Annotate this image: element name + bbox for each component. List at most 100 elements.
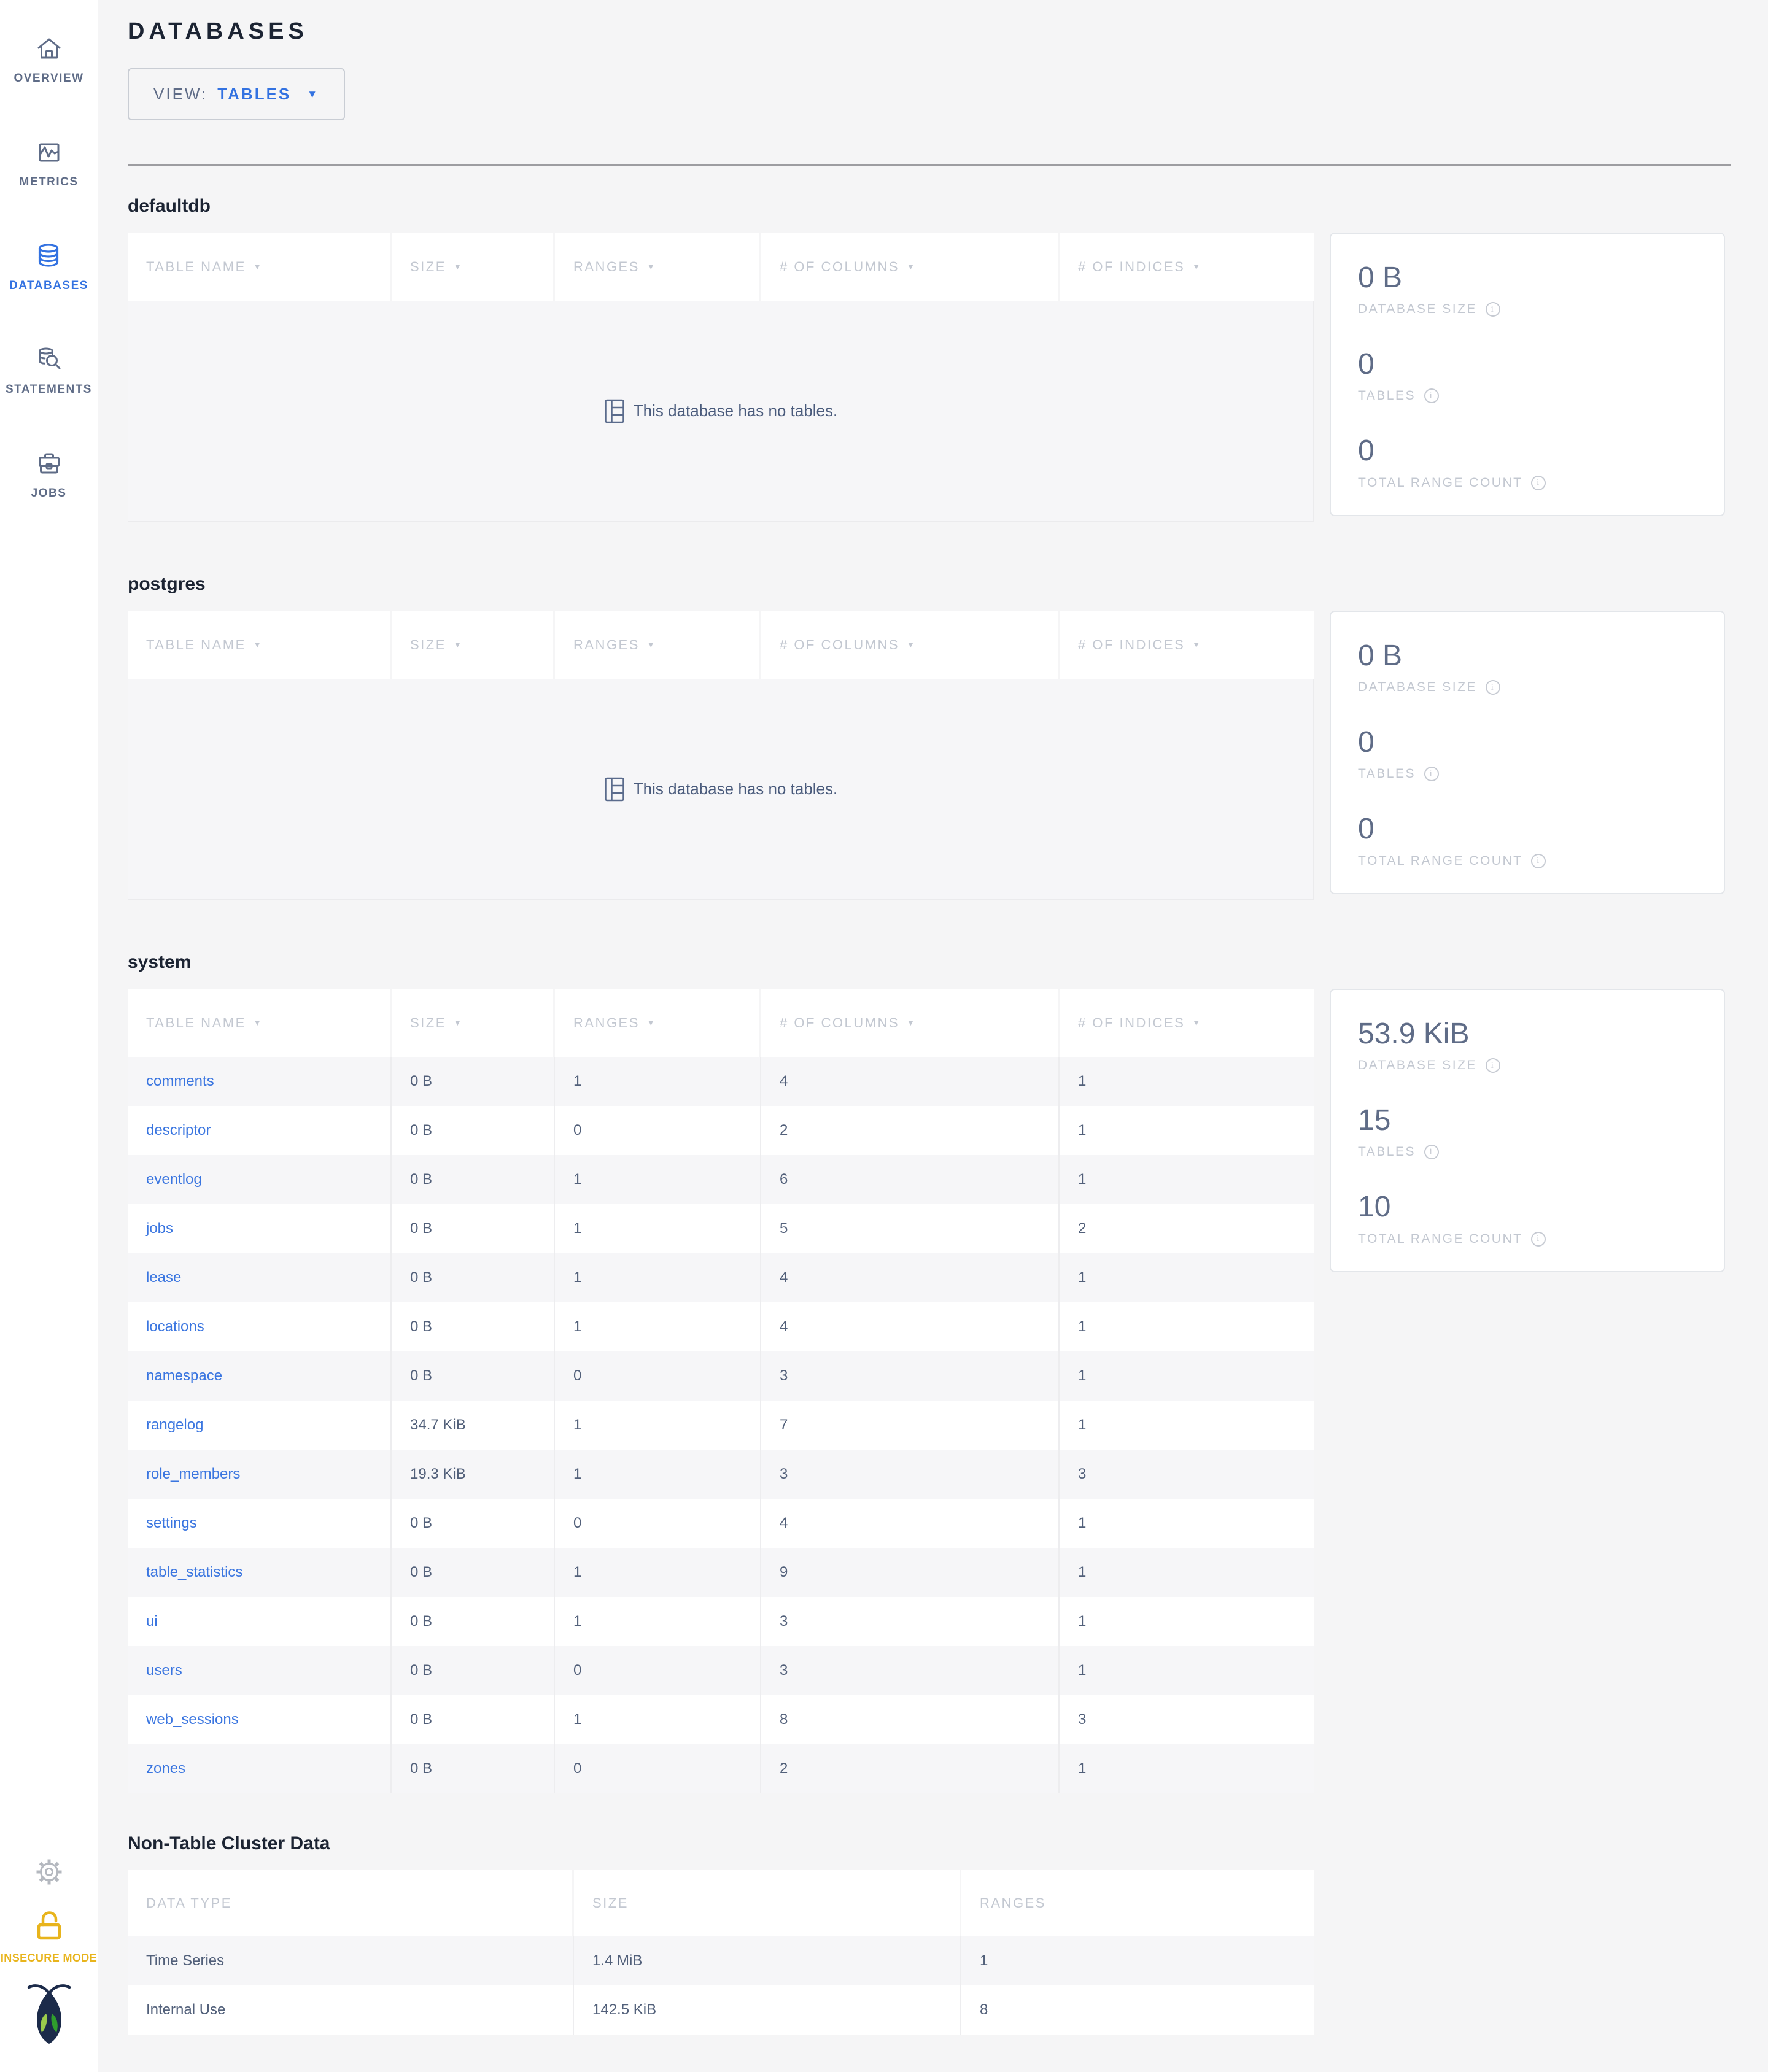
column-header-ranges[interactable]: RANGES <box>555 233 761 301</box>
column-header-num-columns[interactable]: # OF COLUMNS <box>761 611 1060 679</box>
ranges-cell: 0 <box>555 1744 761 1793</box>
sidebar-item-databases[interactable]: DATABASES <box>9 241 88 293</box>
table-name-link[interactable]: role_members <box>146 1466 240 1483</box>
table-name-link[interactable]: web_sessions <box>146 1711 239 1728</box>
sidebar-item-jobs[interactable]: JOBS <box>31 449 67 500</box>
sort-caret-icon <box>454 262 463 271</box>
settings-gear-icon[interactable] <box>33 1856 65 1891</box>
column-header-num-columns[interactable]: # OF COLUMNS <box>761 989 1060 1057</box>
page-title: DATABASES <box>128 18 308 44</box>
insecure-mode-indicator[interactable]: INSECURE MODE <box>1 1908 97 1965</box>
database-section-system: system TABLE NAME SIZE RANGES # OF COLUM… <box>128 952 1731 1793</box>
info-icon[interactable] <box>1531 1231 1546 1247</box>
info-icon[interactable] <box>1531 475 1546 490</box>
column-header-table-name[interactable]: TABLE NAME <box>128 611 392 679</box>
stat-label: DATABASE SIZE <box>1358 302 1477 317</box>
column-header-ranges[interactable]: RANGES <box>555 989 761 1057</box>
cockroachdb-logo[interactable] <box>25 1983 73 2047</box>
stat-label: DATABASE SIZE <box>1358 1058 1477 1073</box>
column-header-size[interactable]: SIZE <box>392 989 555 1057</box>
table-row: locations 0 B 1 4 1 <box>128 1302 1314 1351</box>
column-header-num-indices[interactable]: # OF INDICES <box>1060 611 1314 679</box>
column-header-size: SIZE <box>574 1870 961 1936</box>
sidebar-item-label: STATEMENTS <box>6 383 92 396</box>
table-row: users 0 B 0 3 1 <box>128 1646 1314 1695</box>
size-cell: 142.5 KiB <box>574 1985 961 2035</box>
stats-card: 0 B DATABASE SIZE 0 TABLES 0 TOTAL RANGE… <box>1330 611 1725 894</box>
view-dropdown[interactable]: VIEW: TABLES <box>128 68 346 120</box>
num-columns-cell: 3 <box>761 1450 1060 1499</box>
column-header-size[interactable]: SIZE <box>392 233 555 301</box>
info-icon[interactable] <box>1485 302 1500 317</box>
view-label: VIEW: <box>153 85 208 103</box>
stat-total-range-count: 10 TOTAL RANGE COUNT <box>1358 1190 1697 1247</box>
table-name-link[interactable]: users <box>146 1662 182 1679</box>
info-icon[interactable] <box>1424 388 1439 404</box>
num-columns-cell: 7 <box>761 1401 1060 1450</box>
ranges-cell: 0 <box>555 1499 761 1548</box>
info-icon[interactable] <box>1424 767 1439 782</box>
system-tables-body: comments 0 B 1 4 1 descriptor 0 B 0 2 1 <box>128 1057 1314 1793</box>
table-name-link[interactable]: lease <box>146 1269 181 1286</box>
size-cell: 0 B <box>392 1253 555 1302</box>
stat-label: TABLES <box>1358 388 1416 403</box>
sidebar-item-overview[interactable]: OVERVIEW <box>14 34 83 85</box>
table-name-cell: rangelog <box>128 1401 392 1450</box>
database-icon <box>34 241 63 271</box>
database-name-heading: system <box>128 952 192 972</box>
header-divider <box>128 164 1731 166</box>
table-name-cell: ui <box>128 1597 392 1646</box>
table-name-link[interactable]: comments <box>146 1073 214 1090</box>
ranges-cell: 0 <box>555 1646 761 1695</box>
info-icon[interactable] <box>1424 1145 1439 1160</box>
table-name-cell: zones <box>128 1744 392 1793</box>
column-header-ranges[interactable]: RANGES <box>555 611 761 679</box>
column-header-table-name[interactable]: TABLE NAME <box>128 989 392 1057</box>
sidebar-item-label: JOBS <box>31 487 67 500</box>
column-header-num-indices[interactable]: # OF INDICES <box>1060 233 1314 301</box>
column-header-size[interactable]: SIZE <box>392 611 555 679</box>
ranges-cell: 8 <box>980 2001 988 2018</box>
table-name-link[interactable]: locations <box>146 1318 204 1336</box>
table-name-link[interactable]: eventlog <box>146 1171 202 1188</box>
sidebar-item-metrics[interactable]: METRICS <box>20 137 79 189</box>
statements-icon <box>34 345 64 374</box>
info-icon[interactable] <box>1531 853 1546 868</box>
num-indices-cell: 1 <box>1078 1073 1087 1089</box>
table-name-link[interactable]: ui <box>146 1613 158 1630</box>
table-row: ui 0 B 1 3 1 <box>128 1597 1314 1646</box>
sort-caret-icon <box>454 640 463 649</box>
table-name-link[interactable]: table_statistics <box>146 1564 242 1581</box>
table-name-link[interactable]: zones <box>146 1760 185 1777</box>
num-columns-cell: 4 <box>761 1253 1060 1302</box>
column-header-num-columns[interactable]: # OF COLUMNS <box>761 233 1060 301</box>
table-name-link[interactable]: rangelog <box>146 1417 203 1434</box>
stat-value: 53.9 KiB <box>1358 1018 1470 1050</box>
table-name-link[interactable]: jobs <box>146 1220 173 1237</box>
size-cell: 0 B <box>392 1204 555 1253</box>
table-name-link[interactable]: descriptor <box>146 1122 211 1139</box>
column-header-ranges: RANGES <box>961 1870 1314 1936</box>
table-name-cell: comments <box>128 1057 392 1106</box>
table-name-link[interactable]: namespace <box>146 1367 222 1385</box>
table-name-link[interactable]: settings <box>146 1515 197 1532</box>
table-name-cell: descriptor <box>128 1106 392 1155</box>
sort-caret-icon <box>254 262 263 271</box>
column-header-num-indices[interactable]: # OF INDICES <box>1060 989 1314 1057</box>
stat-value: 0 <box>1358 726 1374 759</box>
sidebar-item-statements[interactable]: STATEMENTS <box>6 345 92 396</box>
empty-state-message: This database has no tables. <box>633 779 838 798</box>
stat-tables: 0 TABLES <box>1358 725 1697 782</box>
sort-caret-icon <box>647 640 656 649</box>
stat-label: TOTAL RANGE COUNT <box>1358 475 1523 490</box>
column-header-table-name[interactable]: TABLE NAME <box>128 233 392 301</box>
table-row: table_statistics 0 B 1 9 1 <box>128 1548 1314 1597</box>
num-columns-cell: 3 <box>761 1351 1060 1401</box>
num-columns-cell: 6 <box>761 1155 1060 1204</box>
table-row: role_members 19.3 KiB 1 3 3 <box>128 1450 1314 1499</box>
info-icon[interactable] <box>1485 1058 1500 1073</box>
stat-label: TABLES <box>1358 767 1416 781</box>
info-icon[interactable] <box>1485 680 1500 695</box>
size-cell: 0 B <box>392 1302 555 1351</box>
num-columns-cell: 2 <box>761 1106 1060 1155</box>
